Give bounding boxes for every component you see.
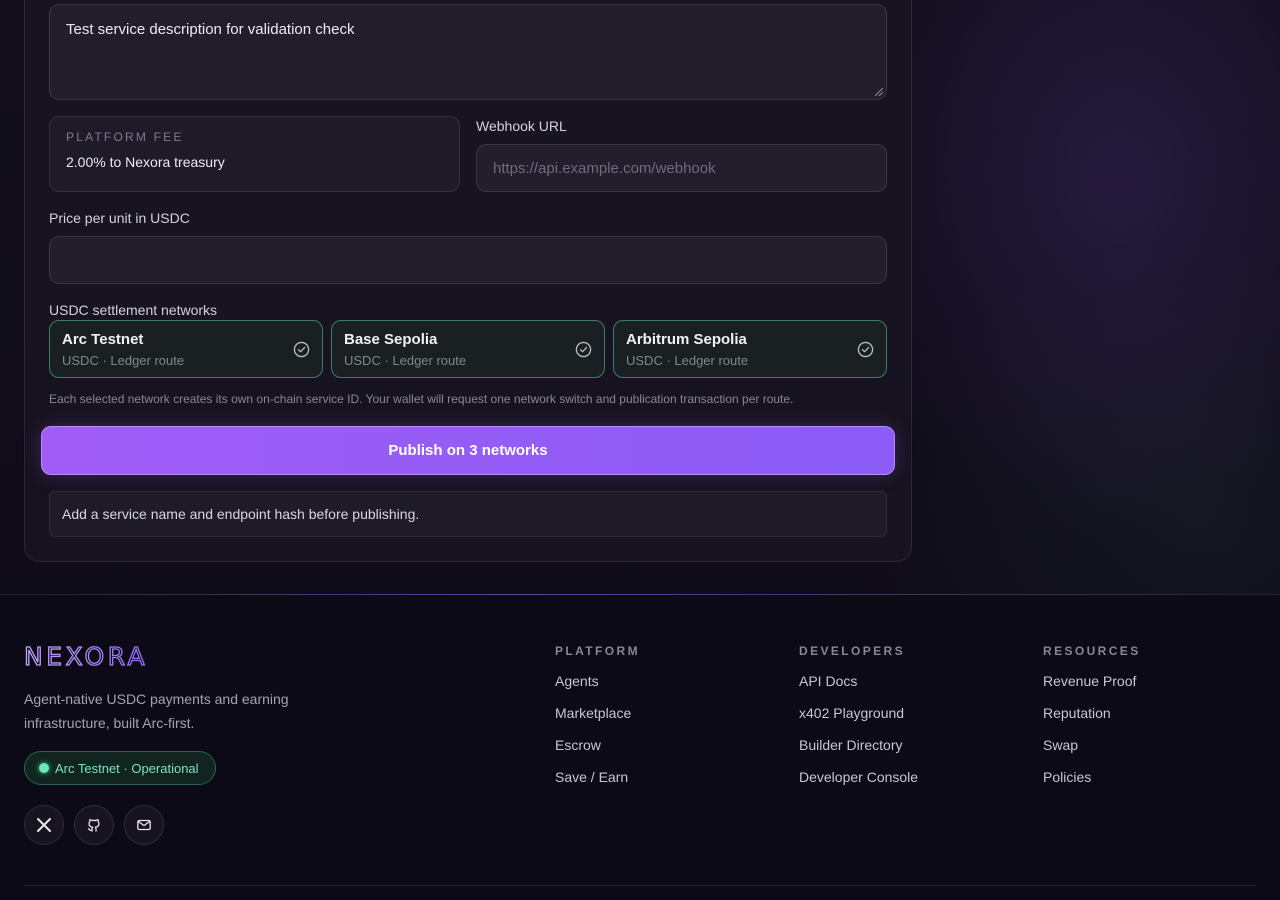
status-text: Arc Testnet · Operational	[55, 760, 199, 776]
footer-link-policies[interactable]: Policies	[1043, 769, 1091, 785]
footer-link-save-earn[interactable]: Save / Earn	[555, 769, 628, 785]
github-icon	[87, 819, 100, 832]
logo-wordmark: NEXORA	[24, 643, 148, 671]
x-social-button[interactable]	[24, 805, 64, 845]
price-label: Price per unit in USDC	[49, 210, 190, 226]
footer-link-escrow[interactable]: Escrow	[555, 737, 601, 753]
footer-link-swap[interactable]: Swap	[1043, 737, 1078, 753]
footer-column-title-resources: RESOURCES	[1043, 644, 1141, 658]
github-social-button[interactable]	[74, 805, 114, 845]
webhook-url-input[interactable]: https://api.example.com/webhook	[476, 144, 887, 192]
nexora-logo[interactable]: NEXORA	[24, 643, 194, 671]
footer-tagline: Agent-native USDC payments and earning i…	[24, 691, 289, 731]
footer-link-reputation[interactable]: Reputation	[1043, 705, 1111, 721]
mail-social-button[interactable]	[124, 805, 164, 845]
network-status-badge: Arc Testnet · Operational	[24, 751, 216, 785]
check-circle-icon	[575, 341, 592, 358]
publish-button[interactable]: Publish on 3 networks	[41, 426, 895, 475]
service-description-textarea[interactable]: Test service description for validation …	[49, 4, 887, 100]
network-sub: USDC · Ledger route	[62, 353, 185, 368]
validation-notice: Add a service name and endpoint hash bef…	[49, 491, 887, 537]
platform-fee-box: PLATFORM FEE 2.00% to Nexora treasury	[49, 116, 460, 192]
check-circle-icon	[293, 341, 310, 358]
check-circle-icon	[857, 341, 874, 358]
footer-link-agents[interactable]: Agents	[555, 673, 599, 689]
footer-column-title-developers: DEVELOPERS	[799, 644, 906, 658]
network-option-base-sepolia[interactable]: Base Sepolia USDC · Ledger route	[331, 320, 605, 378]
mail-icon	[137, 819, 151, 831]
footer-link-revenue-proof[interactable]: Revenue Proof	[1043, 673, 1136, 689]
status-dot-icon	[39, 763, 49, 773]
network-name: Arbitrum Sepolia	[626, 331, 747, 348]
x-icon	[37, 818, 51, 832]
platform-fee-label: PLATFORM FEE	[66, 130, 184, 144]
description-text: Test service description for validation …	[66, 21, 355, 38]
network-option-arbitrum-sepolia[interactable]: Arbitrum Sepolia USDC · Ledger route	[613, 320, 887, 378]
networks-hint: Each selected network creates its own on…	[49, 392, 794, 406]
webhook-placeholder: https://api.example.com/webhook	[493, 159, 716, 177]
network-name: Arc Testnet	[62, 331, 144, 348]
footer-bottom-divider	[24, 885, 1256, 886]
network-sub: USDC · Ledger route	[344, 353, 467, 368]
network-option-arc-testnet[interactable]: Arc Testnet USDC · Ledger route	[49, 320, 323, 378]
footer-link-api-docs[interactable]: API Docs	[799, 673, 857, 689]
price-input[interactable]	[49, 236, 887, 284]
resize-handle-icon[interactable]	[875, 88, 883, 96]
network-name: Base Sepolia	[344, 331, 438, 348]
footer	[0, 595, 1280, 900]
footer-link-marketplace[interactable]: Marketplace	[555, 705, 631, 721]
footer-link-builder-directory[interactable]: Builder Directory	[799, 737, 902, 753]
footer-link-x402-playground[interactable]: x402 Playground	[799, 705, 904, 721]
footer-link-developer-console[interactable]: Developer Console	[799, 769, 918, 785]
networks-label: USDC settlement networks	[49, 302, 218, 318]
footer-column-title-platform: PLATFORM	[555, 644, 640, 658]
footer-divider	[0, 594, 1280, 595]
webhook-label: Webhook URL	[476, 118, 567, 134]
validation-notice-text: Add a service name and endpoint hash bef…	[62, 506, 420, 522]
platform-fee-value: 2.00% to Nexora treasury	[66, 154, 225, 170]
network-sub: USDC · Ledger route	[626, 353, 749, 368]
